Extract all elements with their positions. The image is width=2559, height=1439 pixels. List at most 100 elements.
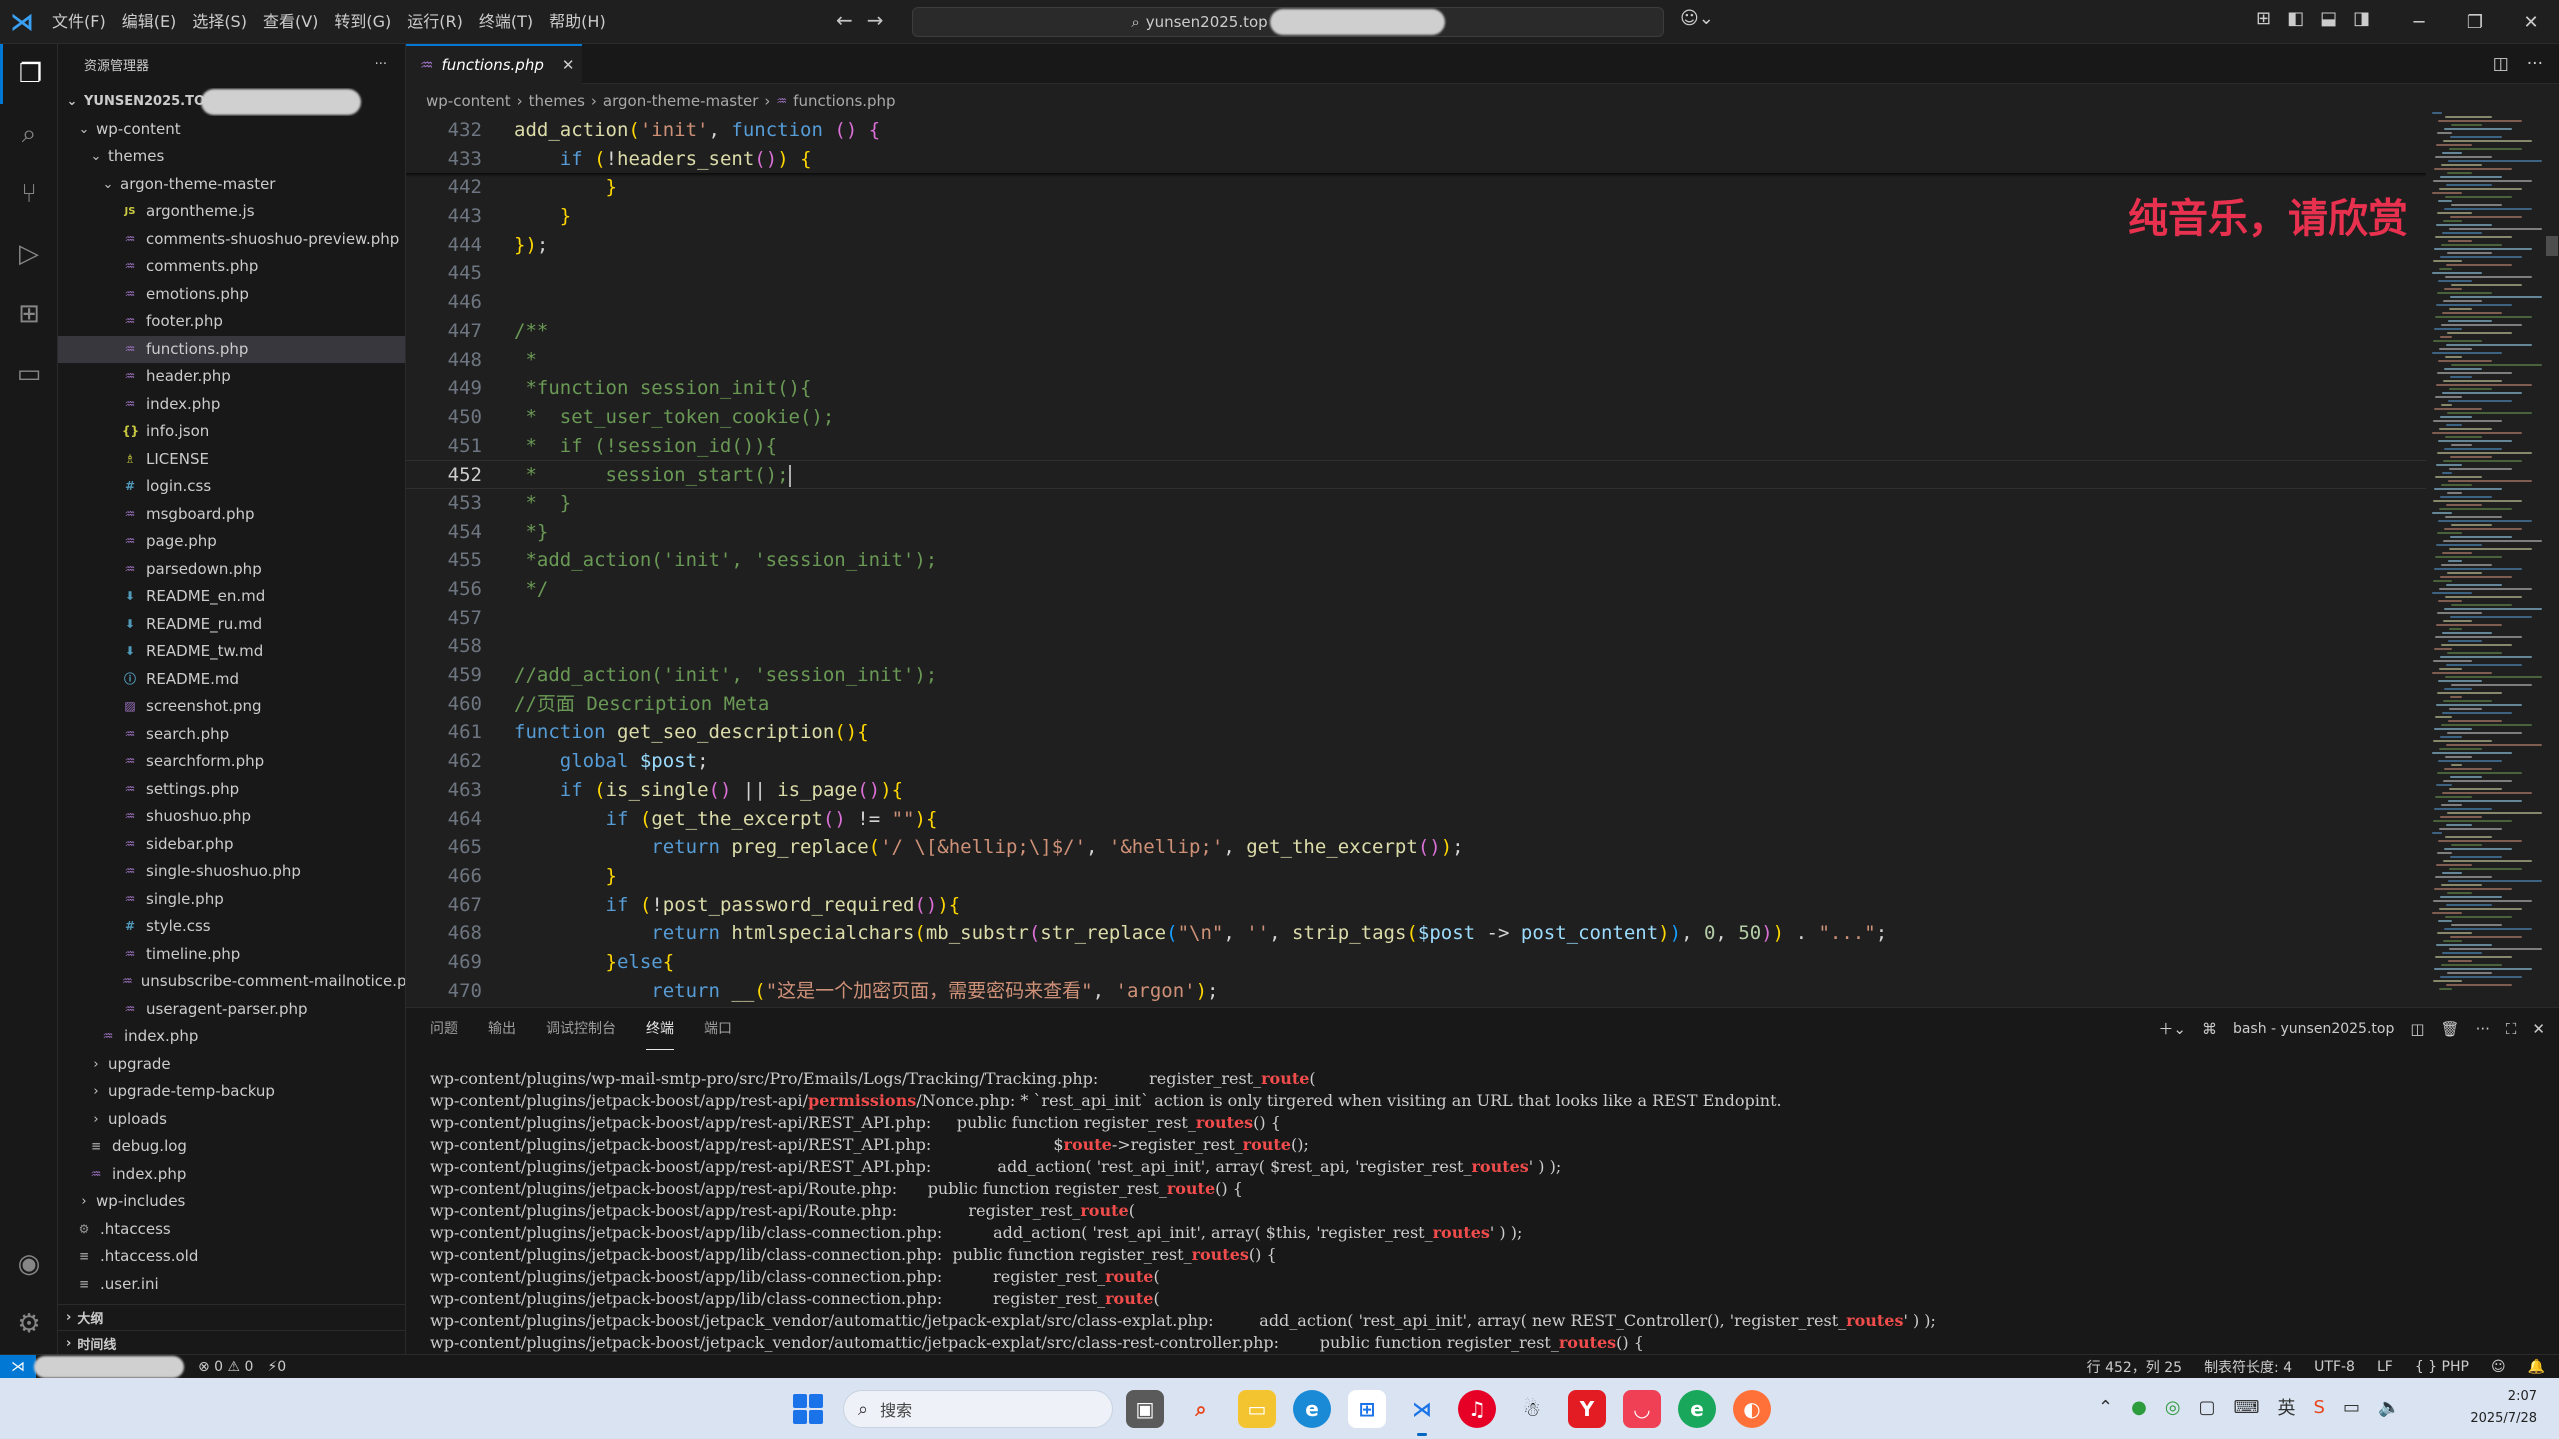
tree-file[interactable]: ♒ index.php xyxy=(58,1023,405,1051)
network-icon[interactable]: ▭ xyxy=(2343,1397,2360,1418)
panel-tab[interactable]: 终端 xyxy=(646,1008,674,1050)
file-explorer-icon[interactable]: ▭ xyxy=(1238,1390,1276,1428)
breadcrumb-item[interactable]: themes xyxy=(529,92,585,110)
tree-file[interactable]: ♒ single.php xyxy=(58,886,405,914)
code-line[interactable]: 448 * xyxy=(406,346,2426,375)
code-line[interactable]: 469 }else{ xyxy=(406,948,2426,977)
tree-folder[interactable]: ⌄ argon-theme-master xyxy=(58,171,405,199)
tree-file[interactable]: ⓘ README.md xyxy=(58,666,405,694)
more-actions-icon[interactable]: ··· xyxy=(375,57,387,72)
code-line[interactable]: 465 return preg_replace('/ \[&hellip;\]$… xyxy=(406,833,2426,862)
source-control-icon[interactable]: ⑂ xyxy=(0,164,58,224)
restore-icon[interactable]: ❐ xyxy=(2447,0,2503,44)
split-editor-icon[interactable]: ◫ xyxy=(2493,54,2509,74)
code-line[interactable]: 455 *add_action('init', 'session_init'); xyxy=(406,546,2426,575)
edge-dev-icon[interactable]: e xyxy=(1678,1390,1716,1428)
code-line[interactable]: 457 xyxy=(406,604,2426,633)
tray-app-icon[interactable]: ● xyxy=(2131,1397,2147,1418)
menu-item[interactable]: 查看(V) xyxy=(255,0,326,44)
kill-terminal-icon[interactable]: 🗑 xyxy=(2441,1020,2460,1038)
menu-item[interactable]: 帮助(H) xyxy=(541,0,614,44)
menu-item[interactable]: 转到(G) xyxy=(326,0,399,44)
code-line[interactable]: 433 if (!headers_sent()) { xyxy=(406,145,2426,174)
tree-folder[interactable]: › wp-includes xyxy=(58,1188,405,1216)
tree-file[interactable]: {} info.json xyxy=(58,418,405,446)
more-actions-icon[interactable]: ··· xyxy=(2527,54,2543,74)
tree-file[interactable]: ⬇ README_en.md xyxy=(58,583,405,611)
store-icon[interactable]: ⊞ xyxy=(1348,1390,1386,1428)
end-of-line[interactable]: LF xyxy=(2377,1359,2393,1375)
tree-file[interactable]: # style.css xyxy=(58,913,405,941)
tree-file[interactable]: ♒ comments.php xyxy=(58,253,405,281)
tray-app-icon[interactable]: ▢ xyxy=(2199,1397,2216,1418)
terminal-output[interactable]: wp-content/plugins/wp-mail-smtp-pro/src/… xyxy=(430,1068,2530,1354)
back-arrow-icon[interactable]: ← xyxy=(836,8,853,32)
tree-file[interactable]: ♒ functions.php xyxy=(58,335,405,363)
tree-file[interactable]: ♒ sidebar.php xyxy=(58,831,405,859)
code-line[interactable]: 464 if (get_the_excerpt() != ""){ xyxy=(406,805,2426,834)
tree-file[interactable]: ≡ .htaccess.old xyxy=(58,1243,405,1271)
tree-file[interactable]: ♒ settings.php xyxy=(58,776,405,804)
encoding[interactable]: UTF-8 xyxy=(2314,1359,2355,1375)
problems-indicator[interactable]: ⊗ 0 ⚠ 0 xyxy=(198,1359,253,1375)
tree-file[interactable]: ♒ unsubscribe-comment-mailnotice.p... xyxy=(58,968,405,996)
explorer-icon[interactable]: ❐ xyxy=(0,44,58,104)
copilot-icon[interactable]: ☺⌄ xyxy=(1680,8,1714,29)
code-line[interactable]: 459 //add_action('init', 'session_init'); xyxy=(406,661,2426,690)
notifications-icon[interactable]: 🔔 xyxy=(2528,1359,2545,1375)
cursor-position[interactable]: 行 452，列 25 xyxy=(2087,1357,2182,1377)
code-line[interactable]: 467 if (!post_password_required()){ xyxy=(406,891,2426,920)
ports-indicator[interactable]: ⚡0 xyxy=(267,1359,286,1375)
panel-tab[interactable]: 端口 xyxy=(704,1008,732,1050)
tree-folder[interactable]: › upgrade xyxy=(58,1051,405,1079)
tree-file[interactable]: # login.css xyxy=(58,473,405,501)
tree-file[interactable]: ♒ emotions.php xyxy=(58,281,405,309)
copilot-status-icon[interactable]: ☺ xyxy=(2491,1359,2506,1375)
manage-gear-icon[interactable]: ⚙ xyxy=(0,1294,58,1354)
windows-start-icon[interactable] xyxy=(793,1394,823,1424)
outline-section[interactable]: › 大纲 xyxy=(58,1304,405,1330)
customize-layout-icon[interactable]: ⊞ xyxy=(2256,8,2271,29)
keyboard-icon[interactable]: ⌨ xyxy=(2234,1397,2260,1418)
panel-tab[interactable]: 输出 xyxy=(488,1008,516,1050)
code-line[interactable]: 442 } xyxy=(406,173,2426,202)
tree-file[interactable]: ♒ search.php xyxy=(58,721,405,749)
tree-file[interactable]: ♗ LICENSE xyxy=(58,446,405,474)
tree-file[interactable]: ♒ timeline.php xyxy=(58,941,405,969)
tree-file[interactable]: ♒ msgboard.php xyxy=(58,501,405,529)
netease-music-icon[interactable]: ♫ xyxy=(1458,1390,1496,1428)
search-icon[interactable]: ⌕ xyxy=(0,104,58,164)
qq-icon[interactable]: ☃ xyxy=(1513,1390,1551,1428)
tree-file[interactable]: ≡ debug.log xyxy=(58,1133,405,1161)
code-editor[interactable]: 432 add_action('init', function () {433 i… xyxy=(406,116,2426,1006)
edge-browser-icon[interactable]: e xyxy=(1293,1390,1331,1428)
tree-folder[interactable]: ⌄ themes xyxy=(58,143,405,171)
code-line[interactable]: 456 */ xyxy=(406,575,2426,604)
terminal-name[interactable]: bash - yunsen2025.top xyxy=(2233,1021,2394,1037)
tab-functions-php[interactable]: ♒ functions.php ✕ xyxy=(406,44,582,84)
menu-item[interactable]: 终端(T) xyxy=(471,0,541,44)
menu-item[interactable]: 运行(R) xyxy=(399,0,471,44)
tree-file[interactable]: ♒ header.php xyxy=(58,363,405,391)
breadcrumb-item[interactable]: argon-theme-master xyxy=(603,92,758,110)
code-line[interactable]: 452 * session_start(); xyxy=(406,460,2426,489)
firefox-icon[interactable]: ◐ xyxy=(1733,1390,1771,1428)
timeline-section[interactable]: › 时间线 xyxy=(58,1330,405,1356)
maximize-panel-icon[interactable]: ⛶ xyxy=(2506,1020,2517,1038)
yandex-icon[interactable]: Y xyxy=(1568,1390,1606,1428)
taskbar-search[interactable]: ⌕ 搜索 xyxy=(843,1390,1113,1428)
menu-item[interactable]: 选择(S) xyxy=(184,0,255,44)
code-line[interactable]: 445 xyxy=(406,259,2426,288)
volume-icon[interactable]: 🔈 xyxy=(2378,1397,2400,1418)
account-icon[interactable]: ◉ xyxy=(0,1234,58,1294)
new-terminal-icon[interactable]: ＋⌄ xyxy=(2158,1018,2186,1039)
close-window-icon[interactable]: ✕ xyxy=(2503,0,2559,44)
minimap[interactable] xyxy=(2432,112,2542,1002)
minimize-icon[interactable]: ─ xyxy=(2391,0,2447,44)
forward-arrow-icon[interactable]: → xyxy=(867,8,884,32)
panel-tab[interactable]: 调试控制台 xyxy=(546,1008,616,1050)
code-line[interactable]: 462 global $post; xyxy=(406,747,2426,776)
toggle-panel-icon[interactable]: ⬓ xyxy=(2320,8,2337,29)
menu-item[interactable]: 文件(F) xyxy=(44,0,114,44)
tree-file[interactable]: ⬇ README_tw.md xyxy=(58,638,405,666)
